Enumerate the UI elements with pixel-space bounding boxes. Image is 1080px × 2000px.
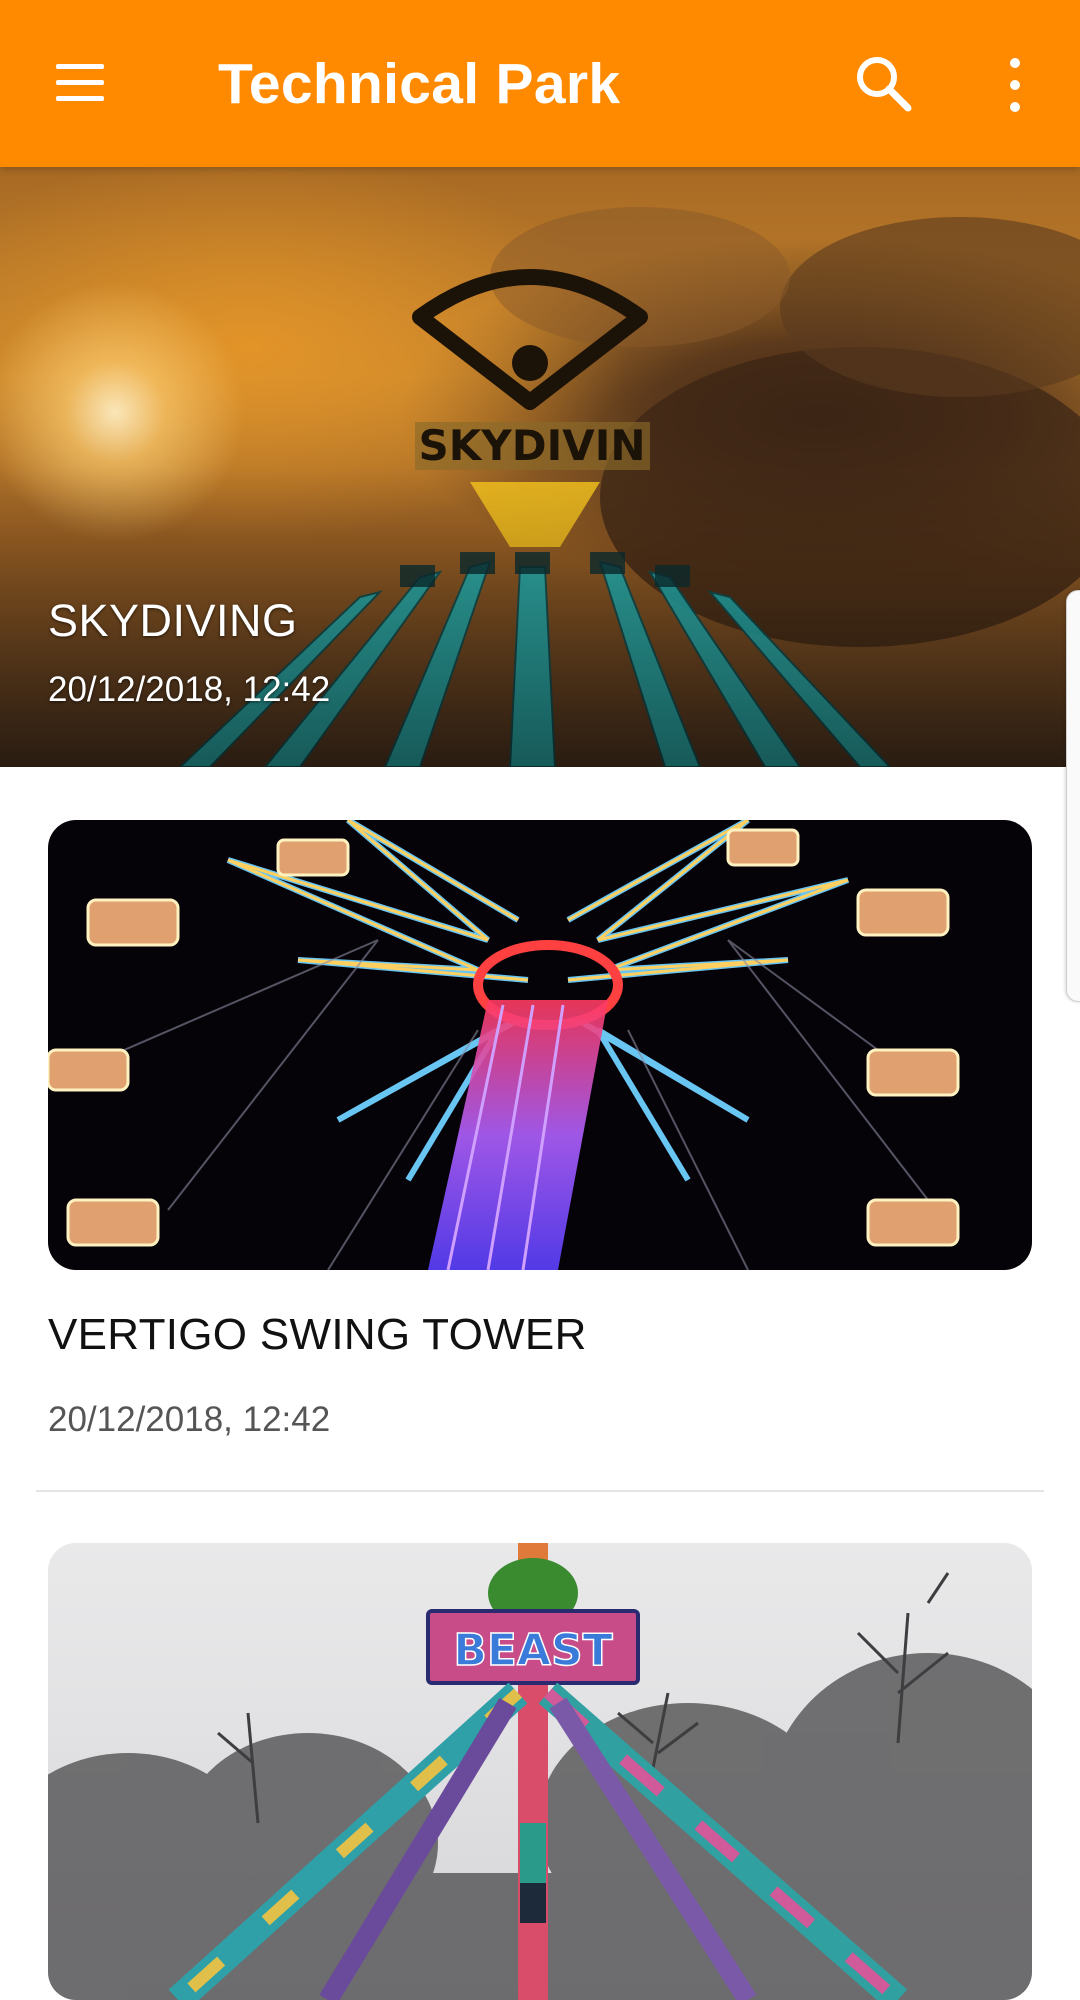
app-bar: Technical Park [0,0,1080,167]
divider [36,1490,1044,1492]
beast-ride-image[interactable]: BEAST [48,1543,1032,2000]
sign-text: BEAST [453,1625,612,1676]
featured-article-date: 20/12/2018, 12:42 [48,670,331,709]
article-title[interactable]: VERTIGO SWING TOWER [48,1310,587,1360]
sign-text: SKYDIVIN [419,421,646,470]
article-date: 20/12/2018, 12:42 [48,1400,331,1439]
scroll-handle[interactable] [1066,590,1080,1002]
page-title: Technical Park [218,52,621,116]
vertigo-swing-tower-image[interactable] [48,820,1032,1270]
search-icon[interactable] [852,52,916,116]
featured-article-card[interactable]: SKYDIVIN SKYDIVING 20/12/2018, 12:42 [0,167,1080,767]
menu-icon[interactable] [48,54,112,112]
featured-article-title: SKYDIVING [48,595,298,646]
more-vert-icon[interactable] [990,52,1038,116]
